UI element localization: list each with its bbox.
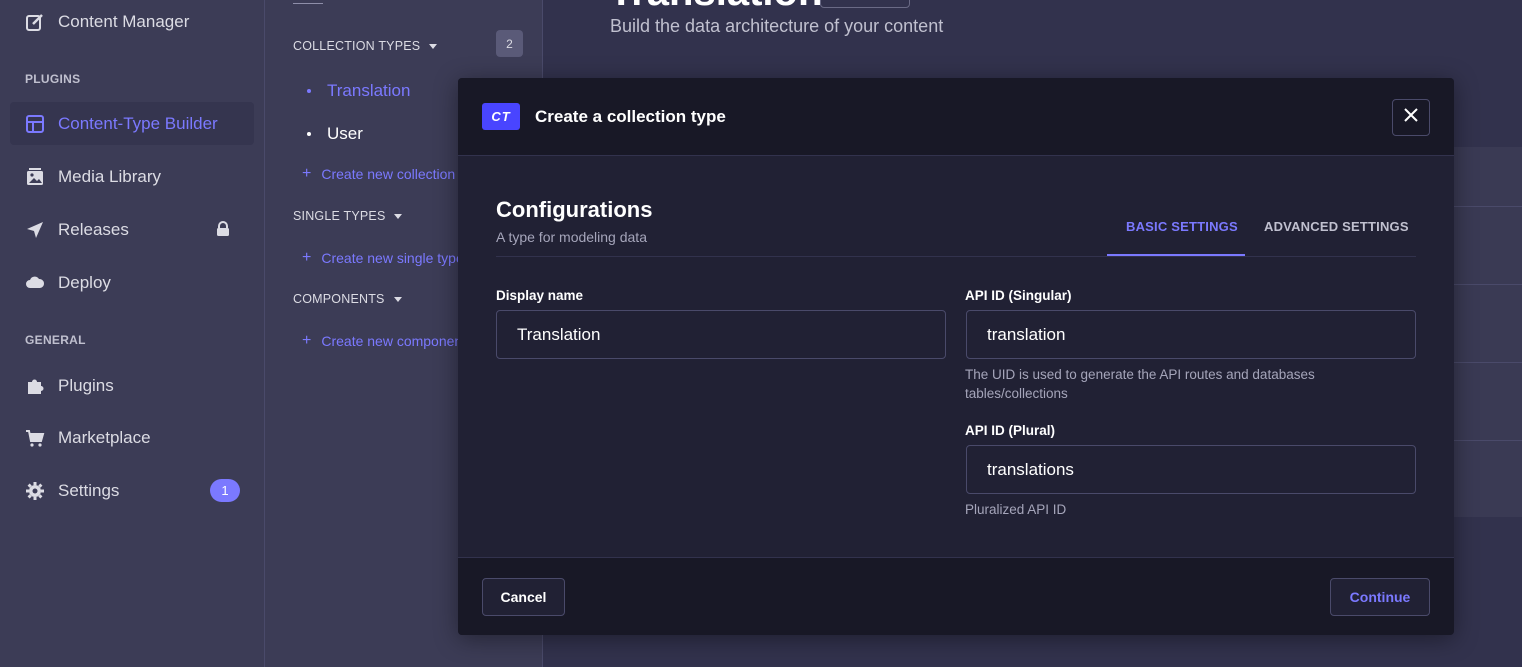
api-id-singular-input[interactable]: translation [966,310,1416,359]
display-name-input[interactable]: Translation [496,310,946,359]
tab-basic-settings[interactable]: BASIC SETTINGS [1126,219,1238,234]
collection-types-toggle[interactable]: COLLECTION TYPES [293,39,438,53]
api-id-singular-hint: The UID is used to generate the API rout… [965,367,1315,401]
nav-releases-label: Releases [58,219,129,239]
plus-icon: + [302,249,312,266]
tab-advanced-settings[interactable]: ADVANCED SETTINGS [1264,219,1409,234]
create-component-label: Create new component [321,333,467,349]
plugins-section-heading: PLUGINS [25,72,81,86]
nav-marketplace-label: Marketplace [58,427,151,447]
collection-type-badge: CT [482,103,520,130]
gear-icon [24,480,46,502]
page-title: Translation [609,0,822,15]
tabs-divider [496,256,1416,257]
sidebar-item-user[interactable]: User [307,124,363,144]
caret-down-icon [394,213,403,219]
nav-content-manager-label: Content Manager [58,11,190,31]
shopping-cart-icon [24,427,46,449]
cloud-icon [24,272,46,294]
paper-plane-icon [24,219,46,241]
single-types-heading: SINGLE TYPES [293,209,386,223]
general-section-heading: GENERAL [25,333,86,347]
image-icon [24,166,46,188]
api-id-plural-input[interactable]: translations [966,445,1416,494]
create-single-label: Create new single type [321,250,464,266]
edit-button[interactable] [820,0,910,8]
nav-releases[interactable]: Releases [10,208,254,251]
bullet-icon [307,132,311,136]
components-toggle[interactable]: COMPONENTS [293,292,402,306]
caret-down-icon [393,296,402,302]
nav-media-library-label: Media Library [58,166,161,186]
pen-paper-icon [24,11,46,33]
nav-plugins-label: Plugins [58,375,114,395]
nav-marketplace[interactable]: Marketplace [10,416,254,459]
continue-button[interactable]: Continue [1330,578,1430,616]
active-tab-indicator [1107,254,1245,256]
layout-icon [24,113,46,135]
nav-deploy-label: Deploy [58,272,111,292]
nav-settings[interactable]: Settings 1 [10,469,254,512]
caret-down-icon [429,43,438,49]
close-button[interactable] [1392,99,1430,136]
nav-deploy[interactable]: Deploy [10,261,254,304]
nav-content-type-builder-label: Content-Type Builder [58,113,218,133]
api-id-plural-label: API ID (Plural) [965,423,1056,438]
sidebar-item-label: Translation [327,81,411,100]
sidebar-item-label: User [327,124,363,143]
lock-icon [216,221,230,242]
nav-media-library[interactable]: Media Library [10,155,254,198]
modal-footer: Cancel Continue [458,557,1454,635]
nav-settings-label: Settings [58,480,120,500]
bullet-icon [307,89,311,93]
puzzle-icon [24,375,46,397]
create-collection-modal: CT Create a collection type Configuratio… [458,78,1454,635]
modal-title: Create a collection type [535,107,726,126]
components-heading: COMPONENTS [293,292,385,306]
api-id-singular-label: API ID (Singular) [965,288,1072,303]
plus-icon: + [302,165,312,182]
nav-plugins[interactable]: Plugins [10,364,254,407]
settings-notification-badge: 1 [210,479,240,502]
page-subtitle: Build the data architecture of your cont… [610,16,944,36]
collection-count-badge: 2 [496,30,523,57]
sidebar-item-translation[interactable]: Translation [307,81,410,101]
section-title: Configurations [496,197,653,222]
cancel-button[interactable]: Cancel [482,578,565,616]
single-types-toggle[interactable]: SINGLE TYPES [293,209,403,223]
modal-header: CT Create a collection type [458,78,1454,156]
nav-content-manager[interactable]: Content Manager [10,0,254,43]
api-id-plural-hint: Pluralized API ID [965,502,1067,517]
main-nav: Content Manager PLUGINS Content-Type Bui… [0,0,265,667]
display-name-label: Display name [496,288,584,303]
collection-types-heading: COLLECTION TYPES [293,39,421,53]
plus-icon: + [302,332,312,349]
close-icon [1403,107,1419,128]
section-subtitle: A type for modeling data [496,229,647,245]
nav-content-type-builder[interactable]: Content-Type Builder [10,102,254,145]
sub-nav-divider [293,0,323,4]
